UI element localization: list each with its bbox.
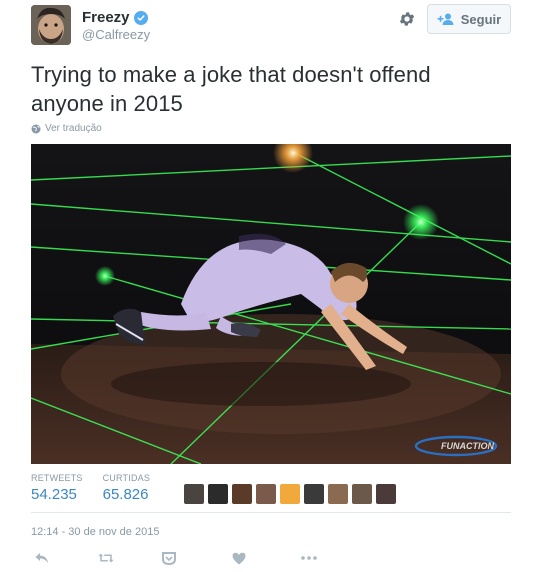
watermark-text: FUNACTION (441, 441, 494, 451)
tweet-card: Freezy @Calfreezy Seguir Trying to make … (0, 0, 540, 572)
liker-avatar[interactable] (280, 484, 300, 504)
likes-stat[interactable]: CURTIDAS 65.826 (103, 473, 150, 503)
retweets-count: 54.235 (31, 486, 77, 503)
likes-label: CURTIDAS (102, 473, 151, 483)
more-icon[interactable] (300, 550, 318, 566)
likes-count: 65.826 (102, 486, 149, 503)
globe-icon (31, 124, 41, 133)
tweet-timestamp[interactable]: 12:14 - 30 de nov de 2015 (31, 526, 159, 538)
liker-avatar[interactable] (328, 484, 348, 504)
tweet-text: Trying to make a joke that doesn't offen… (31, 60, 501, 118)
tweet-text-line-1: Trying to make a joke that doesn't offen… (31, 62, 431, 87)
liker-avatar[interactable] (352, 484, 372, 504)
tweet-text-line-2: anyone in 2015 (31, 91, 183, 116)
follow-button[interactable]: Seguir (427, 4, 511, 34)
liker-avatar[interactable] (376, 484, 396, 504)
liker-avatar[interactable] (232, 484, 252, 504)
divider (31, 512, 511, 513)
user-handle[interactable]: @Calfreezy (82, 27, 150, 42)
liker-avatar[interactable] (304, 484, 324, 504)
follow-button-label: Seguir (460, 11, 502, 27)
tweet-image[interactable]: FUNACTION (31, 144, 511, 464)
liker-avatar[interactable] (184, 484, 204, 504)
gear-icon[interactable] (398, 10, 416, 28)
verified-badge-icon (133, 10, 148, 25)
tweet-stats: RETWEETS 54.235 CURTIDAS 65.826 (31, 473, 170, 509)
avatar[interactable] (31, 5, 71, 45)
retweets-label: RETWEETS (31, 473, 83, 483)
retweet-icon[interactable] (98, 550, 114, 566)
tweet-actions (31, 550, 318, 566)
translate-label: Ver tradução (45, 123, 102, 134)
liker-avatar[interactable] (256, 484, 276, 504)
add-user-icon (437, 13, 454, 25)
liker-avatar[interactable] (208, 484, 228, 504)
display-name[interactable]: Freezy (82, 9, 130, 26)
retweets-stat[interactable]: RETWEETS 54.235 (31, 473, 83, 503)
translate-link[interactable]: Ver tradução (31, 123, 102, 134)
heart-icon[interactable] (231, 550, 247, 566)
liker-avatars (184, 484, 396, 504)
reply-icon[interactable] (34, 550, 50, 566)
bookmark-icon[interactable] (161, 550, 177, 566)
user-name-row[interactable]: Freezy (82, 9, 148, 26)
